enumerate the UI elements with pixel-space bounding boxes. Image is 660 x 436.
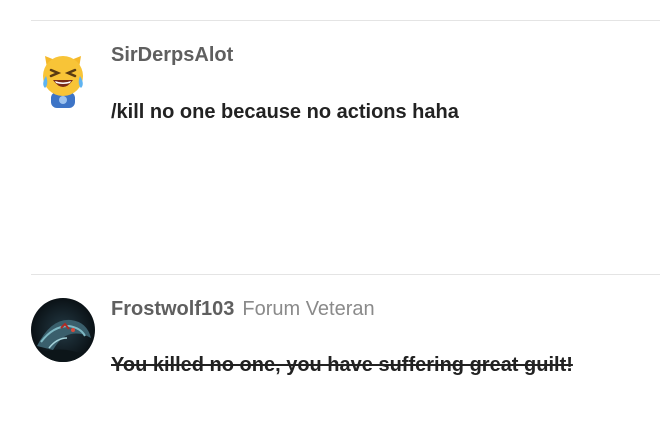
post-message: /kill no one because no actions haha: [111, 101, 459, 123]
user-rank-badge: Forum Veteran: [242, 298, 375, 320]
forum-thread: SirDerpsAlot /kill no one because no act…: [0, 0, 660, 436]
post-divider: [31, 20, 660, 21]
laughing-crying-emoji-icon[interactable]: [31, 46, 95, 110]
post-username[interactable]: Frostwolf103: [111, 298, 234, 320]
post-divider: [31, 274, 660, 275]
dark-creature-avatar[interactable]: [31, 298, 95, 362]
post-username[interactable]: SirDerpsAlot: [111, 43, 233, 67]
post-username-row: Frostwolf103 Forum Veteran: [111, 297, 375, 321]
post-message-strikethrough: You killed no one, you have suffering gr…: [111, 354, 573, 376]
